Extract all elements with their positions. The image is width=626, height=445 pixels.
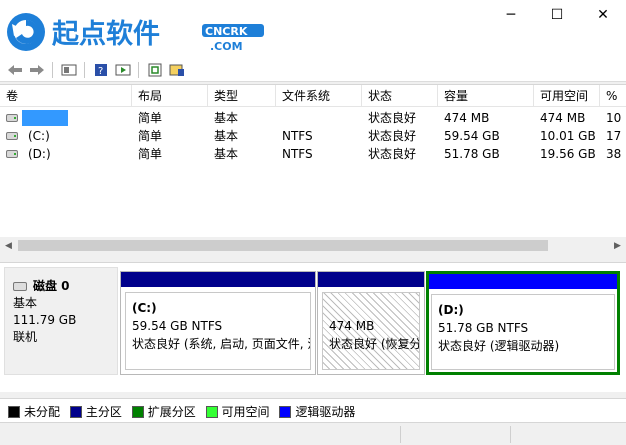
- volume-row[interactable]: (D:) 简单 基本 NTFS 状态良好 51.78 GB 19.56 GB 3…: [0, 145, 626, 163]
- col-status[interactable]: 状态: [362, 85, 438, 107]
- col-percent[interactable]: %: [600, 85, 626, 107]
- horizontal-scrollbar[interactable]: ◀ ▶: [0, 237, 626, 254]
- properties-icon[interactable]: [168, 62, 186, 78]
- back-icon[interactable]: [6, 62, 24, 78]
- cell-free-space: 19.56 GB: [540, 147, 596, 161]
- partition-c[interactable]: (C:) 59.54 GB NTFS 状态良好 (系统, 启动, 页面文件, 活: [120, 271, 316, 375]
- legend-primary: 主分区: [69, 403, 122, 420]
- status-bar: [0, 422, 626, 445]
- scroll-left-icon[interactable]: ◀: [0, 237, 17, 254]
- cell-filesystem: NTFS: [282, 129, 313, 143]
- partition-status: 状态良好 (逻辑驱动器): [438, 339, 560, 353]
- refresh-icon[interactable]: [146, 62, 164, 78]
- toolbar: ?: [0, 58, 626, 82]
- legend-extended: 扩展分区: [131, 403, 196, 420]
- col-capacity[interactable]: 容量: [438, 85, 534, 107]
- partition-name: (D:): [438, 303, 464, 317]
- disk-name: 磁盘 0: [33, 279, 70, 293]
- volume-name-selected[interactable]: [22, 110, 68, 126]
- cell-percent: 38: [606, 147, 622, 161]
- cell-type: 基本: [214, 129, 239, 143]
- legend-logical-drive: 逻辑驱动器: [279, 403, 355, 420]
- cell-layout: 简单: [138, 147, 163, 161]
- cell-free-space: 474 MB: [540, 111, 586, 125]
- volume-row[interactable]: (C:) 简单 基本 NTFS 状态良好 59.54 GB 10.01 GB 1…: [0, 127, 626, 145]
- close-button[interactable]: ✕: [580, 4, 626, 26]
- primary-partition-bar: [318, 272, 424, 287]
- drive-icon: [6, 132, 18, 140]
- disk-map: 磁盘 0 基本 111.79 GB 联机 (C:) 59.54 GB NTFS …: [0, 262, 626, 392]
- volume-list-header: 卷 布局 类型 文件系统 状态 容量 可用空间 %: [0, 85, 626, 107]
- drive-icon: [6, 150, 18, 158]
- legend-free-space: 可用空间: [205, 403, 270, 420]
- partition-d-body: (D:) 51.78 GB NTFS 状态良好 (逻辑驱动器): [431, 294, 615, 370]
- legend-unallocated: 未分配: [8, 403, 60, 420]
- cell-free-space: 10.01 GB: [540, 129, 596, 143]
- disk-info[interactable]: 磁盘 0 基本 111.79 GB 联机: [4, 267, 118, 375]
- primary-partition-bar: [121, 272, 315, 287]
- logo-domain-top: CNCRK: [205, 25, 248, 38]
- cell-type: 基本: [214, 147, 239, 161]
- cell-filesystem: NTFS: [282, 147, 313, 161]
- minimize-button[interactable]: ─: [488, 4, 534, 26]
- col-volume[interactable]: 卷: [0, 85, 132, 107]
- drive-icon: [6, 114, 18, 122]
- disk-size: 111.79 GB: [13, 313, 77, 327]
- title-bar: 起点软件 CNCRK .COM ─ ☐ ✕: [0, 0, 626, 58]
- cell-percent: 10: [606, 111, 622, 125]
- cell-layout: 简单: [138, 129, 163, 143]
- logo-text: 起点软件: [52, 19, 160, 50]
- partition-recovery[interactable]: 474 MB 状态良好 (恢复分: [317, 271, 425, 375]
- partition-size: 474 MB: [329, 319, 375, 333]
- disk-icon: [13, 282, 27, 291]
- partition-size: 51.78 GB NTFS: [438, 321, 529, 335]
- partition-size: 59.54 GB NTFS: [132, 319, 223, 333]
- col-free-space[interactable]: 可用空间: [534, 85, 600, 107]
- logo-domain-bottom: .COM: [210, 40, 243, 53]
- col-type[interactable]: 类型: [208, 85, 276, 107]
- col-filesystem[interactable]: 文件系统: [276, 85, 362, 107]
- cell-volume: (D:): [28, 147, 51, 161]
- forward-icon[interactable]: [28, 62, 46, 78]
- disk-type: 基本: [13, 296, 38, 310]
- disk-state: 联机: [13, 330, 38, 344]
- partition-c-body: (C:) 59.54 GB NTFS 状态良好 (系统, 启动, 页面文件, 活: [125, 292, 311, 370]
- cell-percent: 17: [606, 129, 622, 143]
- partition-name: (C:): [132, 301, 157, 315]
- console-icon[interactable]: [114, 62, 132, 78]
- cncrk-logo: 起点软件 CNCRK .COM: [7, 13, 264, 53]
- partition-status: 状态良好 (恢复分: [329, 337, 420, 351]
- volume-list: 卷 布局 类型 文件系统 状态 容量 可用空间 % 简单 基本 状态良好 474…: [0, 84, 626, 254]
- col-layout[interactable]: 布局: [132, 85, 208, 107]
- maximize-button[interactable]: ☐: [534, 4, 580, 26]
- cell-capacity: 59.54 GB: [444, 129, 500, 143]
- cell-capacity: 474 MB: [444, 111, 490, 125]
- legend: 未分配 主分区 扩展分区 可用空间 逻辑驱动器: [0, 398, 626, 422]
- partition-recovery-body: 474 MB 状态良好 (恢复分: [322, 292, 420, 370]
- cell-capacity: 51.78 GB: [444, 147, 500, 161]
- volume-row[interactable]: 简单 基本 状态良好 474 MB 474 MB 10: [0, 109, 626, 127]
- help-icon[interactable]: ?: [92, 62, 110, 78]
- svg-text:?: ?: [98, 66, 103, 77]
- cell-volume: (C:): [28, 129, 50, 143]
- cell-status: 状态良好: [368, 129, 417, 143]
- partition-status: 状态良好 (系统, 启动, 页面文件, 活: [132, 337, 311, 351]
- cell-layout: 简单: [138, 111, 163, 125]
- cell-filesystem: [276, 109, 282, 127]
- scrollbar-thumb[interactable]: [18, 240, 548, 251]
- up-icon[interactable]: [60, 62, 78, 78]
- cell-type: 基本: [214, 111, 239, 125]
- cell-status: 状态良好: [368, 147, 417, 161]
- partition-d[interactable]: (D:) 51.78 GB NTFS 状态良好 (逻辑驱动器): [426, 271, 620, 375]
- scroll-right-icon[interactable]: ▶: [609, 237, 626, 254]
- cell-status: 状态良好: [368, 111, 417, 125]
- logical-drive-bar: [429, 274, 617, 289]
